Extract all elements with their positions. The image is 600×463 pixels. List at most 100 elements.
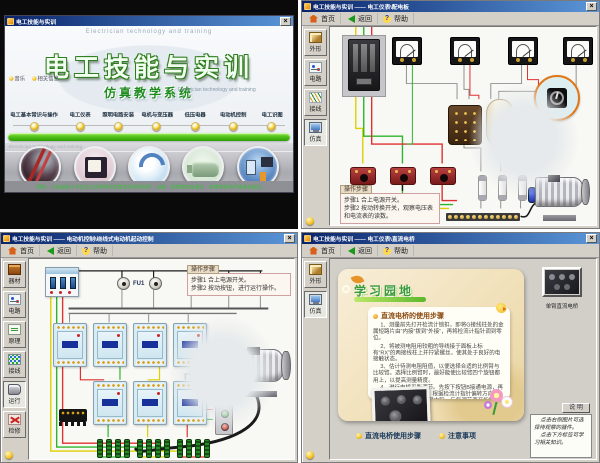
sidebar-item-run[interactable]: 运行 <box>3 381 26 408</box>
photo-comp-a <box>246 160 256 175</box>
sidebar-item-circuit[interactable]: 电路 <box>3 291 26 318</box>
back-arrow-icon <box>43 247 54 255</box>
knob-icon <box>413 395 422 404</box>
contactor-pins <box>176 325 204 330</box>
toolbar: 首页 返回 帮助 <box>302 12 599 26</box>
changeover-switch-ceramic[interactable] <box>486 99 514 147</box>
photo-meter-dial <box>88 160 101 172</box>
contactor <box>93 381 127 425</box>
credits-bar: 研制：大连海事大学信息工程学院信息教育技术研究所 出版：高等教育出版社 高等教育… <box>5 181 293 192</box>
back-button[interactable]: 返回 <box>341 13 378 24</box>
power-switch[interactable] <box>45 267 79 297</box>
menu-item-meters[interactable]: 电工仪表 <box>61 110 99 131</box>
menu-ball-icon <box>191 122 200 131</box>
photo-motor-fan <box>187 165 192 173</box>
fuse-link-1 <box>478 175 487 201</box>
menu-ball-icon <box>30 122 39 131</box>
sim-meter-window: 电工技能与实训 —— 电工仪表\配电板 × 首页 返回 帮助 外形 电路 接线 … <box>301 0 600 229</box>
close-button[interactable]: × <box>280 17 291 26</box>
close-button[interactable]: × <box>284 234 295 243</box>
photo-disc-arc <box>134 148 170 185</box>
help-button[interactable]: 帮助 <box>378 13 414 24</box>
help-button[interactable]: 帮助 <box>77 245 113 256</box>
sidebar-item-simulation[interactable]: 仿真 <box>304 291 327 318</box>
sidebar-item-appearance[interactable]: 外形 <box>304 261 327 288</box>
home-button[interactable]: 首页 <box>304 13 341 24</box>
close-button[interactable]: × <box>586 2 597 11</box>
device-thumbnail[interactable] <box>542 267 582 297</box>
terminal <box>460 215 464 219</box>
start-button[interactable] <box>221 410 229 418</box>
sidebar-item-equipment[interactable]: 器材 <box>3 261 26 288</box>
menu-ball-icon <box>152 122 161 131</box>
home-button[interactable]: 首页 <box>3 245 40 256</box>
app-icon <box>3 235 10 242</box>
menu-item-machines[interactable]: 电机与变压器 <box>138 110 176 131</box>
breaker-toggle[interactable] <box>70 277 76 289</box>
note-tab[interactable]: 说 明 <box>562 403 590 413</box>
sidebar-label: 接线 <box>8 366 20 375</box>
changeover-switch-body[interactable] <box>448 105 482 145</box>
music-label: 音乐 <box>14 74 25 82</box>
main-menu: 电工基本常识与操作 电工仪表 照明电路安装 电机与变压器 低压电器 电动机控制 … <box>7 110 291 131</box>
back-button[interactable]: 返回 <box>341 245 378 256</box>
contactor-pins <box>56 325 84 330</box>
sidebar-item-wiring[interactable]: 接线 <box>3 351 26 378</box>
menu-item-diagrams[interactable]: 电工识图 <box>253 110 291 131</box>
help-icon <box>383 247 391 255</box>
menu-item-lighting[interactable]: 照明电路安装 <box>99 110 137 131</box>
power-switch[interactable] <box>348 39 380 91</box>
bridge-thumb-image <box>545 270 579 294</box>
sidebar-item-appearance[interactable]: 外形 <box>304 29 327 56</box>
magnifier-callout[interactable] <box>534 75 580 121</box>
motor-end-cap <box>281 351 291 380</box>
stop-button[interactable] <box>221 423 229 431</box>
help-button[interactable]: 帮助 <box>378 245 414 256</box>
quick-links: 音乐 相关信息 <box>9 74 62 83</box>
music-link[interactable]: 音乐 <box>9 74 25 82</box>
sidebar-item-simulation[interactable]: 仿真 <box>304 119 327 146</box>
switch-knob[interactable] <box>514 115 524 129</box>
resistor-bank <box>177 439 210 458</box>
sidebar-item-repair[interactable]: 检修 <box>3 411 26 438</box>
fuse-link-2 <box>498 175 507 201</box>
sidebar-item-circuit[interactable]: 电路 <box>304 59 327 86</box>
motor-base <box>543 215 576 221</box>
breaker-toggle[interactable] <box>50 277 56 289</box>
pushbutton-station[interactable] <box>215 405 233 435</box>
sidebar-item-principle[interactable]: 原理 <box>3 321 26 348</box>
box-icon <box>309 264 322 275</box>
contactor-pins <box>176 360 204 365</box>
menu-item-basics[interactable]: 电工基本常识与操作 <box>7 110 61 131</box>
menu-item-motor-control[interactable]: 电动机控制 <box>214 110 252 131</box>
back-button[interactable]: 返回 <box>40 245 77 256</box>
knob-icon <box>389 410 401 421</box>
sidebar-item-wiring[interactable]: 接线 <box>304 89 327 116</box>
breaker-handle[interactable] <box>356 78 372 85</box>
titlebar[interactable]: 电工技能与实训 —— 电工仪表\直流电桥 × <box>302 233 599 244</box>
terminal <box>496 215 500 219</box>
menu-item-lv-apparatus[interactable]: 低压电器 <box>176 110 214 131</box>
meter-dial <box>396 41 418 57</box>
content-panel: 直流电桥的使用步骤 1、测量前先打开检流计锁扣，即将G接线柱处的金属短路片由“内… <box>368 307 510 399</box>
titlebar[interactable]: 电工技能与实训 —— 电工仪表\配电板 × <box>302 1 599 12</box>
flower-icon <box>484 401 492 409</box>
link-usage-steps[interactable]: 直流电桥使用步骤 <box>356 431 421 441</box>
contactor-pins <box>176 418 204 423</box>
meter-dial <box>454 41 476 57</box>
link-cautions[interactable]: 注意事项 <box>439 431 476 441</box>
titlebar[interactable]: 电工技能与实训 × <box>5 16 293 26</box>
home-button[interactable]: 首页 <box>304 245 341 256</box>
rotary-knob-icon[interactable] <box>547 88 567 108</box>
monitor-icon <box>309 294 322 305</box>
sidebar-label: 外形 <box>309 276 321 285</box>
breaker-toggle[interactable] <box>60 277 66 289</box>
info-link[interactable]: 相关信息 <box>32 74 59 82</box>
fuse <box>117 277 130 290</box>
close-button[interactable]: × <box>586 234 597 243</box>
contactor-face <box>137 331 163 359</box>
menu-label: 低压电器 <box>178 111 212 119</box>
resistor-coil <box>164 439 170 458</box>
titlebar[interactable]: 电工技能与实训 —— 电动机控制\绕线式电动机起动控制 × <box>1 233 297 244</box>
title-underline-bar <box>354 297 426 302</box>
